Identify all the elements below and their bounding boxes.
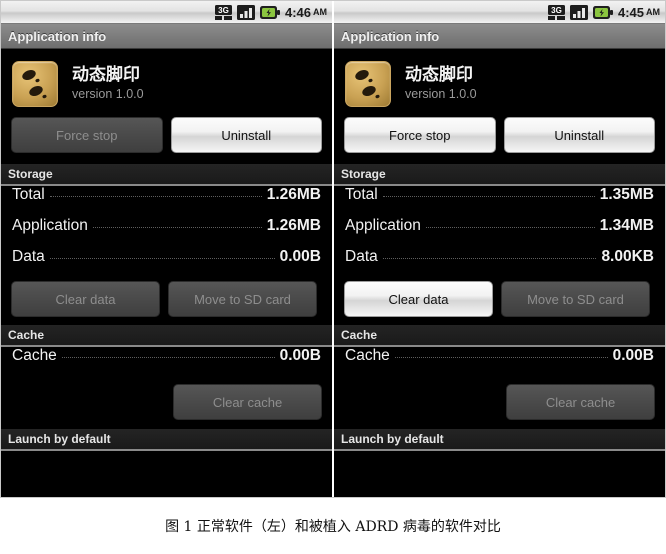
- row-label: Application: [345, 217, 421, 234]
- storage-row-application: Application 1.34MB: [334, 217, 665, 248]
- svg-text:3G: 3G: [218, 6, 229, 15]
- row-label: Data: [345, 248, 378, 265]
- cache-header-label: Cache: [8, 328, 45, 342]
- row-label: Application: [12, 217, 88, 234]
- leader-dots: [382, 257, 597, 259]
- signal-bars-icon: [236, 4, 255, 20]
- screen-content: 动态脚印 version 1.0.0 Force stop Uninstall …: [334, 49, 665, 497]
- app-version: version 1.0.0: [72, 86, 144, 101]
- row-value: 1.26MB: [266, 217, 321, 234]
- footprint-app-icon: [12, 61, 58, 107]
- status-bar-ampm: AM: [646, 7, 660, 17]
- page-title: Application info: [341, 28, 440, 44]
- row-label: Total: [345, 186, 378, 203]
- force-stop-button[interactable]: Force stop: [11, 117, 163, 153]
- leader-dots: [382, 195, 595, 197]
- cache-header-label: Cache: [341, 328, 378, 342]
- cache-section-header: Cache: [1, 325, 332, 347]
- launch-header-label: Launch by default: [341, 432, 444, 446]
- app-version: version 1.0.0: [405, 86, 477, 101]
- row-value: 0.00B: [279, 347, 321, 364]
- battery-charging-icon: [592, 5, 613, 19]
- storage-row-total: Total 1.35MB: [334, 186, 665, 217]
- status-bar-ampm: AM: [313, 7, 327, 17]
- cache-buttons: Clear cache: [1, 378, 332, 429]
- cache-buttons: Clear cache: [334, 378, 665, 429]
- app-name: 动态脚印: [405, 65, 473, 85]
- clear-data-button[interactable]: Clear data: [344, 281, 493, 317]
- move-to-sd-card-button[interactable]: Move to SD card: [501, 281, 650, 317]
- screen-content: 动态脚印 version 1.0.0 Force stop Uninstall …: [1, 49, 332, 497]
- 3g-icon: 3G: [214, 4, 232, 20]
- status-bar-time: 4:45: [617, 4, 644, 20]
- clear-data-button[interactable]: Clear data: [11, 281, 160, 317]
- status-bar-icons: 3G: [214, 4, 280, 20]
- app-meta: 动态脚印 version 1.0.0: [405, 66, 477, 101]
- row-value: 0.00B: [612, 347, 654, 364]
- clear-cache-button[interactable]: Clear cache: [173, 384, 322, 420]
- storage-section-header: Storage: [1, 164, 332, 186]
- cache-section-header: Cache: [334, 325, 665, 347]
- battery-charging-icon: [259, 5, 280, 19]
- row-value: 1.34MB: [599, 217, 654, 234]
- leader-dots: [394, 356, 608, 358]
- launch-by-default-section-header: Launch by default: [334, 429, 665, 451]
- title-bar: Application info: [334, 24, 665, 49]
- status-bar-time: 4:46: [284, 4, 311, 20]
- row-label: Cache: [345, 347, 390, 364]
- uninstall-button[interactable]: Uninstall: [170, 117, 322, 153]
- page-title: Application info: [8, 28, 107, 44]
- figure-caption: 图 1 正常软件（左）和被植入 ADRD 病毒的软件对比: [0, 498, 666, 554]
- cache-row-cache: Cache 0.00B: [334, 347, 665, 378]
- app-name: 动态脚印: [72, 65, 140, 85]
- clear-cache-button[interactable]: Clear cache: [506, 384, 655, 420]
- figure-comparison: 3G 4:46 AM Application info 动态脚印 version…: [0, 0, 666, 498]
- status-bar-icons: 3G: [547, 4, 613, 20]
- storage-row-data: Data 8.00KB: [334, 248, 665, 279]
- figure-caption-text: 图 1 正常软件（左）和被植入 ADRD 病毒的软件对比: [165, 519, 501, 535]
- row-label: Data: [12, 248, 45, 265]
- status-bar: 3G 4:46 AM: [1, 1, 332, 24]
- leader-dots: [49, 195, 262, 197]
- storage-buttons: Clear data Move to SD card: [334, 279, 665, 325]
- signal-bars-icon: [569, 4, 588, 20]
- phone-screenshot-clean: 3G 4:46 AM Application info 动态脚印 version…: [1, 1, 332, 497]
- row-label: Total: [12, 186, 45, 203]
- leader-dots: [425, 226, 595, 228]
- leader-dots: [61, 356, 275, 358]
- cache-row-cache: Cache 0.00B: [1, 347, 332, 378]
- row-value: 8.00KB: [601, 248, 654, 265]
- app-header: 动态脚印 version 1.0.0: [334, 49, 665, 117]
- phone-screenshot-infected: 3G 4:45 AM Application info 动态脚印 version…: [334, 1, 665, 497]
- launch-header-label: Launch by default: [8, 432, 111, 446]
- app-header: 动态脚印 version 1.0.0: [1, 49, 332, 117]
- move-to-sd-card-button[interactable]: Move to SD card: [168, 281, 317, 317]
- storage-buttons: Clear data Move to SD card: [1, 279, 332, 325]
- storage-header-label: Storage: [8, 167, 53, 181]
- storage-section-header: Storage: [334, 164, 665, 186]
- footprint-app-icon: [345, 61, 391, 107]
- row-value: 0.00B: [279, 248, 321, 265]
- storage-row-application: Application 1.26MB: [1, 217, 332, 248]
- force-stop-button[interactable]: Force stop: [344, 117, 496, 153]
- app-action-buttons: Force stop Uninstall: [334, 117, 665, 164]
- row-value: 1.35MB: [599, 186, 654, 203]
- launch-by-default-section-header: Launch by default: [1, 429, 332, 451]
- storage-row-total: Total 1.26MB: [1, 186, 332, 217]
- leader-dots: [92, 226, 262, 228]
- title-bar: Application info: [1, 24, 332, 49]
- 3g-icon: 3G: [547, 4, 565, 20]
- leader-dots: [49, 257, 275, 259]
- storage-header-label: Storage: [341, 167, 386, 181]
- uninstall-button[interactable]: Uninstall: [503, 117, 655, 153]
- app-meta: 动态脚印 version 1.0.0: [72, 66, 144, 101]
- storage-row-data: Data 0.00B: [1, 248, 332, 279]
- row-label: Cache: [12, 347, 57, 364]
- status-bar: 3G 4:45 AM: [334, 1, 665, 24]
- app-action-buttons: Force stop Uninstall: [1, 117, 332, 164]
- svg-text:3G: 3G: [551, 6, 562, 15]
- row-value: 1.26MB: [266, 186, 321, 203]
